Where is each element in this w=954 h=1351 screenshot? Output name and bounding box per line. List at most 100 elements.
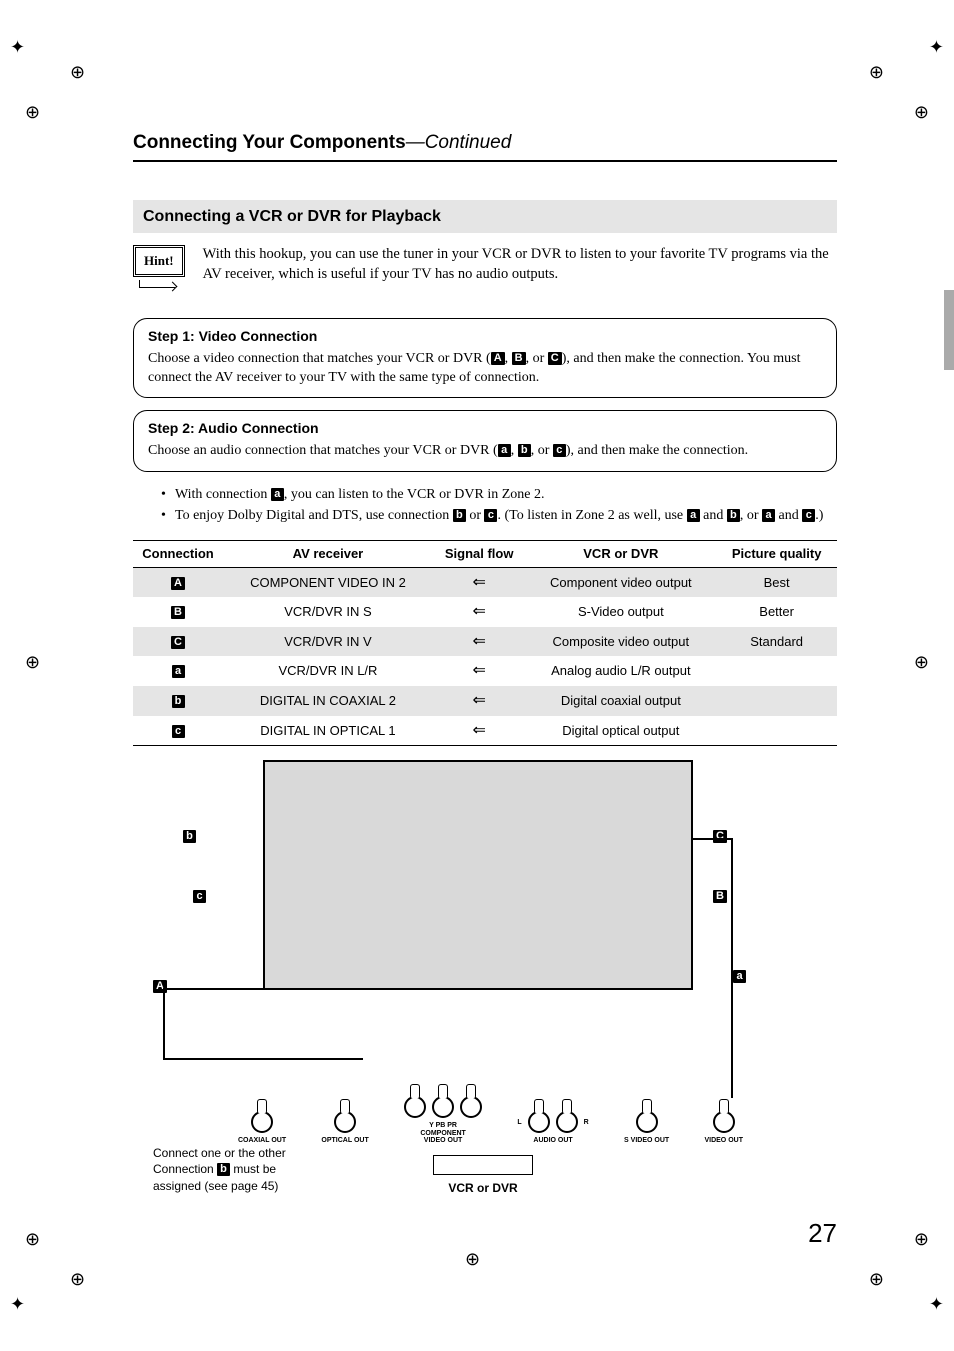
note2-t2: c xyxy=(484,509,497,522)
reg-mark-br2: ⊕ xyxy=(869,1267,884,1291)
step2-mid2: , or xyxy=(531,443,553,458)
tag-b: b xyxy=(518,444,531,457)
hint-badge: Hint! xyxy=(133,245,185,277)
diag-tag-C: C xyxy=(713,830,727,843)
arrow-left-icon: ⇐ xyxy=(433,686,525,716)
row-device: S-Video output xyxy=(525,597,716,627)
step2-pre: Choose an audio connection that matches … xyxy=(148,443,498,458)
table-row: b DIGITAL IN COAXIAL 2 ⇐ Digital coaxial… xyxy=(133,686,837,716)
diag-note-l2a: Connection xyxy=(153,1162,217,1176)
reg-mark-l: ⊕ xyxy=(25,100,40,124)
row-quality xyxy=(716,686,837,716)
step1-mid2: , or xyxy=(526,351,548,366)
note2-m3: and xyxy=(700,508,727,523)
step1-pre: Choose a video connection that matches y… xyxy=(148,351,491,366)
crop-mark-br: ✦ xyxy=(929,1292,944,1316)
jack-label: Y PB PR COMPONENT VIDEO OUT xyxy=(413,1122,473,1145)
arrow-left-icon: ⇐ xyxy=(433,597,525,627)
crop-mark-bl: ✦ xyxy=(10,1292,25,1316)
wire xyxy=(163,1058,363,1060)
row-quality: Better xyxy=(716,597,837,627)
tag-B: B xyxy=(512,352,526,365)
note2-t3: a xyxy=(687,509,700,522)
row-device: Digital optical output xyxy=(525,716,716,746)
jack-icon xyxy=(334,1111,356,1133)
step1-title: Step 1: Video Connection xyxy=(148,327,822,346)
row-tag: C xyxy=(171,636,185,649)
note2-t1: b xyxy=(453,509,466,522)
reg-mark-bl3: ⊕ xyxy=(25,1227,40,1251)
step2-title: Step 2: Audio Connection xyxy=(148,419,822,438)
diag-tag-a: a xyxy=(733,970,746,983)
note2-pre: To enjoy Dolby Digital and DTS, use conn… xyxy=(175,508,453,523)
device-label: VCR or DVR xyxy=(413,1180,553,1196)
arrow-left-icon: ⇐ xyxy=(433,716,525,746)
row-tag: A xyxy=(171,577,185,590)
row-device: Composite video output xyxy=(525,627,716,657)
reg-mark-br3: ⊕ xyxy=(914,1227,929,1251)
jack-icon xyxy=(713,1111,735,1133)
jack-label: AUDIO OUT xyxy=(533,1137,572,1145)
note2-t5: a xyxy=(762,509,775,522)
row-quality xyxy=(716,716,837,746)
note-2: To enjoy Dolby Digital and DTS, use conn… xyxy=(161,507,837,526)
table-row: a VCR/DVR IN L/R ⇐ Analog audio L/R outp… xyxy=(133,656,837,686)
crop-mark-tr: ✦ xyxy=(929,35,944,59)
hint-arrow-icon xyxy=(139,280,175,288)
table-header-row: Connection AV receiver Signal flow VCR o… xyxy=(133,541,837,568)
jack-icon xyxy=(404,1096,426,1118)
row-device: Digital coaxial output xyxy=(525,686,716,716)
row-quality: Best xyxy=(716,567,837,597)
step1-box: Step 1: Video Connection Choose a video … xyxy=(133,318,837,399)
arrow-left-icon: ⇐ xyxy=(433,627,525,657)
th-flow: Signal flow xyxy=(433,541,525,568)
reg-mark-tl2: ⊕ xyxy=(70,60,85,84)
page-number: 27 xyxy=(808,1216,837,1251)
row-receiver: VCR/DVR IN L/R xyxy=(223,656,433,686)
note1-pre: With connection xyxy=(175,487,271,502)
note1-post: , you can listen to the VCR or DVR in Zo… xyxy=(284,487,545,502)
page-continued: —Continued xyxy=(406,132,512,153)
row-tag: b xyxy=(172,695,185,708)
wiring-diagram: b c A C B a COAXIAL OUT OPTICAL OUT Y PB… xyxy=(133,760,837,1210)
step2-mid1: , xyxy=(511,443,518,458)
th-connection: Connection xyxy=(133,541,223,568)
notes-list: With connection a , you can listen to the… xyxy=(161,486,837,526)
step1-mid1: , xyxy=(505,351,512,366)
intro-row: Hint! With this hookup, you can use the … xyxy=(133,245,837,288)
jack-label: OPTICAL OUT xyxy=(321,1137,368,1145)
row-tag: a xyxy=(172,665,185,678)
audio-l-label: L xyxy=(517,1119,521,1127)
jack-icon xyxy=(460,1096,482,1118)
th-quality: Picture quality xyxy=(716,541,837,568)
reg-mark-ml: ⊕ xyxy=(25,650,40,674)
diag-tag-B: B xyxy=(713,890,727,903)
wire xyxy=(731,838,733,1098)
step2-box: Step 2: Audio Connection Choose an audio… xyxy=(133,410,837,472)
row-receiver: DIGITAL IN COAXIAL 2 xyxy=(223,686,433,716)
diagram-note: Connect one or the other Connection b mu… xyxy=(153,1145,353,1194)
jack-label: VIDEO OUT xyxy=(704,1137,743,1145)
row-quality xyxy=(716,656,837,686)
reg-mark-mr: ⊕ xyxy=(914,650,929,674)
th-receiver: AV receiver xyxy=(223,541,433,568)
section-title: Connecting a VCR or DVR for Playback xyxy=(133,200,837,234)
row-receiver: VCR/DVR IN V xyxy=(223,627,433,657)
jack-component: Y PB PR COMPONENT VIDEO OUT xyxy=(404,1096,482,1145)
table-row: B VCR/DVR IN S ⇐ S-Video output Better xyxy=(133,597,837,627)
audio-r-label: R xyxy=(584,1119,589,1127)
note-1: With connection a, you can listen to the… xyxy=(161,486,837,505)
tag-C: C xyxy=(548,352,562,365)
diag-note-tag: b xyxy=(217,1163,230,1176)
reg-mark-bl2: ⊕ xyxy=(70,1267,85,1291)
wire xyxy=(163,988,263,990)
page-header: Connecting Your Components—Continued xyxy=(133,130,837,162)
diag-tag-b: b xyxy=(183,830,196,843)
diag-note-l2b: must be xyxy=(230,1162,276,1176)
reg-mark-r: ⊕ xyxy=(914,100,929,124)
note2-m1: or xyxy=(466,508,485,523)
jack-audio: L R AUDIO OUT xyxy=(517,1111,588,1145)
diag-tag-c: c xyxy=(193,890,206,903)
jack-icon xyxy=(556,1111,578,1133)
row-device: Analog audio L/R output xyxy=(525,656,716,686)
